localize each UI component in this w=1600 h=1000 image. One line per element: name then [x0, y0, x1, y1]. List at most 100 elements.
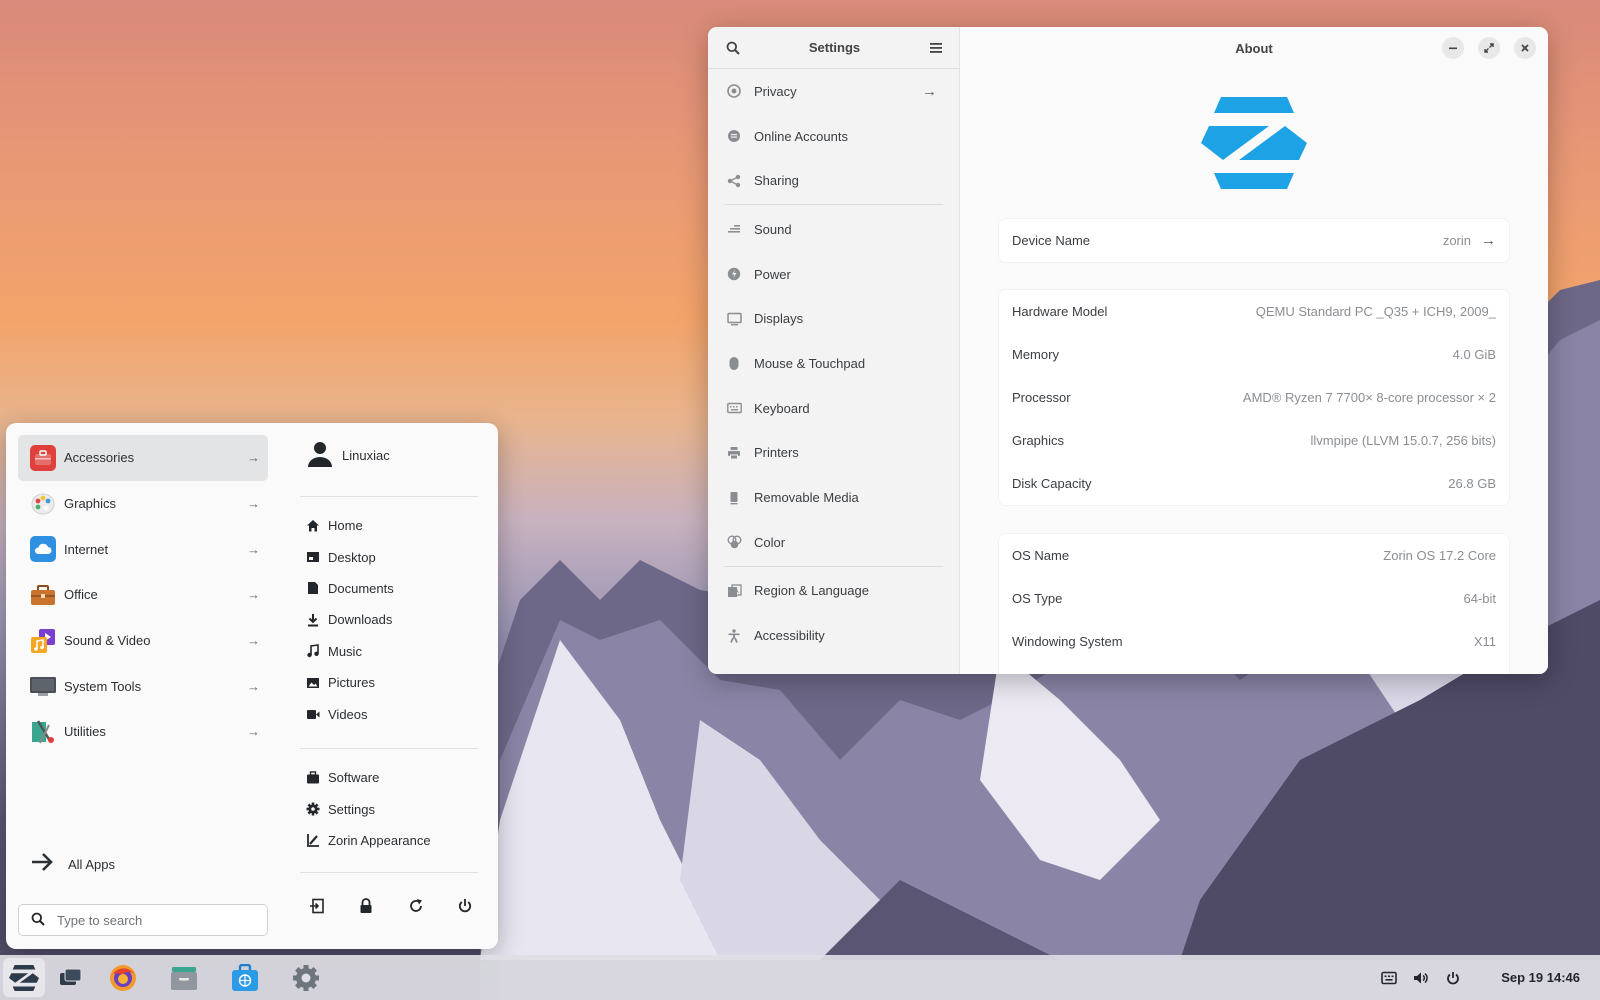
category-label: Office — [64, 587, 98, 603]
svg-text:A: A — [734, 587, 739, 595]
info-row: Hardware Model QEMU Standard PC _Q35 + IC… — [999, 290, 1509, 333]
start-menu: Accessories → Graphics → Internet → Offi… — [6, 423, 498, 949]
category-internet[interactable]: Internet → — [18, 526, 268, 572]
device-name-label: Device Name — [1012, 233, 1091, 248]
power-menu-icon[interactable] — [1443, 968, 1463, 988]
place-pictures[interactable]: Pictures — [306, 667, 394, 698]
zorin-menu-icon[interactable] — [3, 958, 45, 997]
category-accessories[interactable]: Accessories → — [18, 435, 268, 481]
category-utilities[interactable]: Utilities → — [18, 709, 268, 755]
search-icon[interactable] — [722, 37, 744, 59]
clock[interactable]: Sep 19 14:46 — [1501, 970, 1580, 985]
sidebar-item-label: Region & Language — [754, 583, 869, 599]
settings-gear-icon[interactable] — [285, 958, 327, 997]
shortcut-software[interactable]: Software — [306, 762, 431, 793]
sidebar-item-sharing[interactable]: Sharing — [708, 158, 959, 203]
picture-icon — [306, 676, 320, 690]
category-label: Utilities — [64, 724, 106, 740]
sidebar-item-privacy[interactable]: Privacy → — [708, 69, 959, 114]
place-documents[interactable]: Documents — [306, 573, 394, 604]
removable-media-icon — [726, 490, 742, 506]
sidebar-item-label: Power — [754, 266, 791, 282]
info-row: Windowing System X11 — [999, 620, 1509, 663]
music-icon — [306, 644, 320, 658]
firefox-icon[interactable] — [102, 958, 144, 997]
info-value: AMD® Ryzen 7 7700× 8-core processor × 2 — [1242, 390, 1496, 405]
sidebar-separator — [724, 204, 943, 206]
info-label: Disk Capacity — [1012, 476, 1092, 491]
sound-video-icon — [30, 628, 56, 654]
search-field[interactable] — [18, 904, 268, 936]
device-name-value: zorin — [1442, 233, 1471, 248]
info-label: OS Name — [1012, 548, 1070, 563]
search-icon — [31, 912, 45, 929]
category-system-tools[interactable]: System Tools → — [18, 663, 268, 709]
software-store-icon[interactable] — [224, 958, 266, 997]
shortcuts-list: Software Settings Zorin Appearance — [306, 762, 431, 856]
sidebar-separator — [724, 565, 943, 567]
info-value: QEMU Standard PC _Q35 + ICH9, 2009_ — [1255, 304, 1496, 319]
sidebar-item-displays[interactable]: Displays — [708, 296, 959, 341]
category-office[interactable]: Office → — [18, 572, 268, 618]
maximize-icon[interactable] — [1478, 37, 1500, 59]
sidebar-item-accessibility[interactable]: Accessibility — [708, 613, 959, 658]
zorin-logo — [1201, 97, 1307, 189]
power-off-icon[interactable] — [454, 895, 476, 917]
info-value: Zorin OS 17.2 Core — [1383, 548, 1496, 563]
sidebar-item-keyboard[interactable]: Keyboard — [708, 386, 959, 431]
info-label: Processor — [1012, 390, 1071, 405]
sidebar-item-color[interactable]: Color — [708, 520, 959, 565]
info-label: Graphics — [1012, 433, 1065, 448]
shortcut-settings[interactable]: Settings — [306, 793, 431, 824]
sidebar-item-online-accounts[interactable]: Online Accounts — [708, 114, 959, 159]
minimize-icon[interactable] — [1442, 37, 1464, 59]
place-desktop[interactable]: Desktop — [306, 541, 394, 572]
place-home[interactable]: Home — [306, 510, 394, 541]
sidebar-item-removable-media[interactable]: Removable Media — [708, 475, 959, 520]
keyboard-layout-icon[interactable] — [1379, 968, 1399, 988]
sidebar-item-label: Sound — [754, 221, 792, 237]
sidebar-item-label: Online Accounts — [754, 128, 848, 144]
info-value: 4.0 GiB — [1452, 347, 1496, 362]
category-sound-video[interactable]: Sound & Video → — [18, 618, 268, 664]
place-music[interactable]: Music — [306, 636, 394, 667]
category-label: Graphics — [64, 496, 117, 512]
search-input[interactable] — [57, 912, 237, 928]
lock-icon[interactable] — [355, 895, 377, 917]
restart-icon[interactable] — [405, 895, 427, 917]
privacy-icon — [726, 83, 742, 99]
hamburger-menu-icon[interactable] — [925, 37, 947, 59]
sidebar-item-label: Keyboard — [754, 400, 810, 416]
all-apps-button[interactable]: All Apps — [30, 851, 115, 878]
sidebar-item-label: Removable Media — [754, 490, 859, 506]
category-graphics[interactable]: Graphics → — [18, 481, 268, 527]
device-name-row[interactable]: Device Name zorin → — [999, 219, 1509, 262]
sidebar-item-mouse-touchpad[interactable]: Mouse & Touchpad — [708, 341, 959, 386]
info-row: Processor AMD® Ryzen 7 7700× 8-core proce… — [999, 376, 1509, 419]
arrow-right-icon: → — [922, 82, 937, 100]
sidebar-item-power[interactable]: Power — [708, 252, 959, 297]
place-downloads[interactable]: Downloads — [306, 604, 394, 635]
place-label: Documents — [328, 580, 394, 596]
sidebar-item-printers[interactable]: Printers — [708, 431, 959, 476]
office-icon — [30, 582, 56, 608]
files-icon[interactable] — [163, 958, 205, 997]
category-label: System Tools — [64, 678, 142, 694]
region-icon: A — [726, 583, 742, 599]
user-account[interactable]: Linuxiac — [306, 437, 390, 473]
sidebar-item-label: Sharing — [754, 173, 799, 189]
keyboard-icon — [726, 400, 742, 416]
close-icon[interactable] — [1514, 37, 1536, 59]
hardware-card: Hardware Model QEMU Standard PC _Q35 + IC… — [999, 290, 1509, 505]
window-controls — [1442, 37, 1536, 59]
sidebar-item-sound[interactable]: Sound — [708, 207, 959, 252]
menu-separator — [300, 872, 478, 873]
shortcut-zorin-appearance[interactable]: Zorin Appearance — [306, 825, 431, 856]
workspace-switcher-icon[interactable] — [50, 958, 92, 997]
logout-icon[interactable] — [306, 895, 328, 917]
about-header: About — [960, 27, 1548, 69]
device-name-card: Device Name zorin → — [999, 219, 1509, 262]
sidebar-item-region-language[interactable]: A Region & Language — [708, 569, 959, 614]
volume-icon[interactable] — [1411, 968, 1431, 988]
place-videos[interactable]: Videos — [306, 698, 394, 729]
